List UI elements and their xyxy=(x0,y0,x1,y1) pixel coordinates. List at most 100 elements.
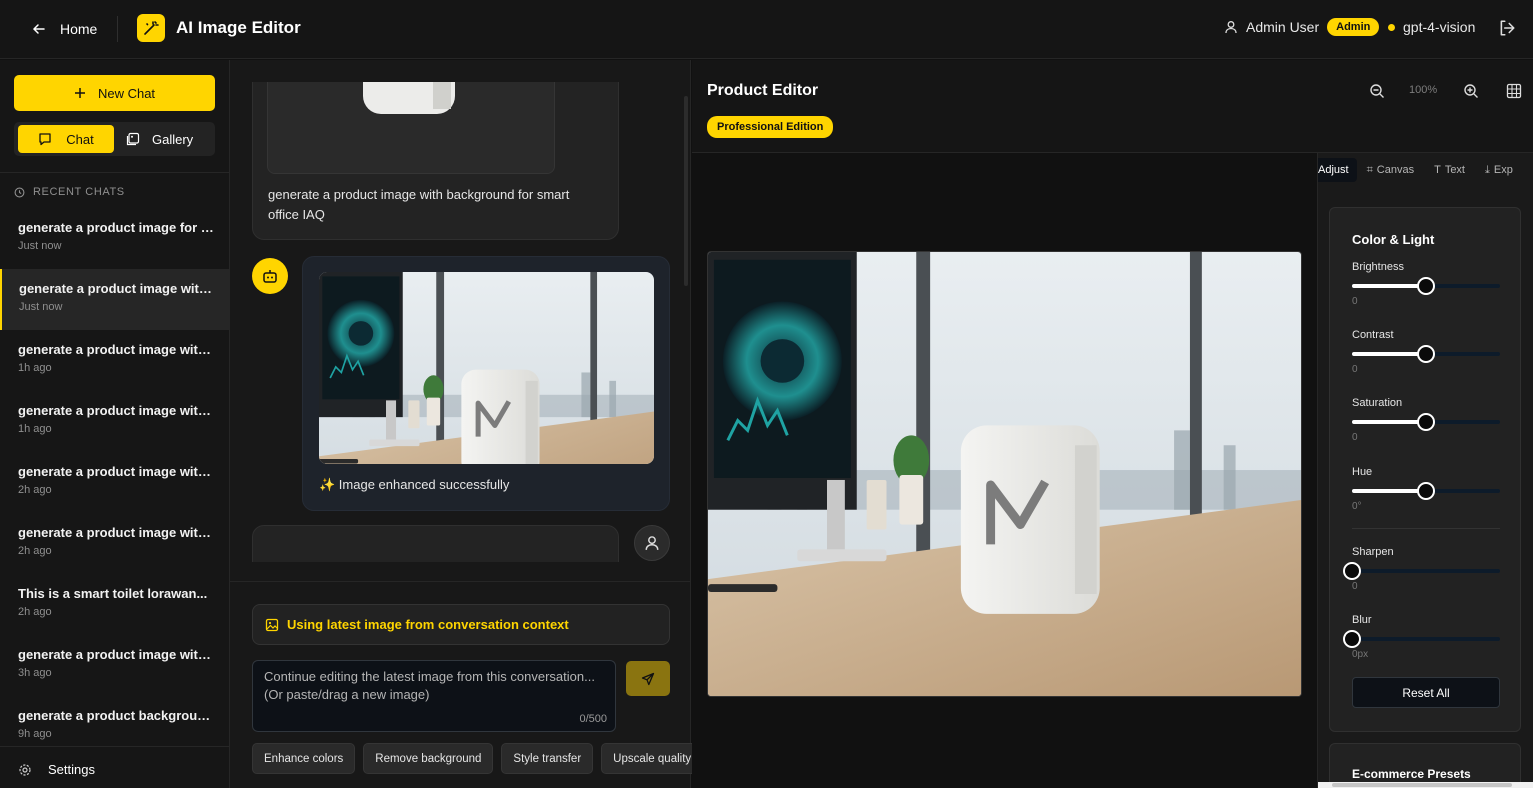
tab-canvas[interactable]: ⌗ Canvas xyxy=(1357,158,1425,182)
slider-thumb[interactable] xyxy=(1417,345,1435,363)
slider-value: 0px xyxy=(1352,649,1369,660)
chat-history-item[interactable]: This is a smart toilet lorawan... 2h ago xyxy=(0,574,229,635)
send-icon xyxy=(641,672,655,685)
edition-badge: Professional Edition xyxy=(707,116,834,138)
adjustments-panel: Adjust ⌗ Canvas T Text ⤓ Exp Color & Light … xyxy=(1317,153,1533,788)
panel-horizontal-scrollbar[interactable] xyxy=(1318,782,1533,788)
quick-action-remove-background[interactable]: Remove background xyxy=(363,743,494,774)
scrollbar-thumb[interactable] xyxy=(1332,783,1512,787)
grid-icon[interactable] xyxy=(1506,83,1522,99)
chat-title: generate a product background ... xyxy=(18,708,218,723)
tab-gallery[interactable]: Gallery xyxy=(126,125,212,153)
model-name: gpt-4-vision xyxy=(1403,19,1476,35)
chat-scrollbar[interactable] xyxy=(684,96,688,286)
zoom-out-icon[interactable] xyxy=(1369,83,1385,99)
color-light-card: Color & Light Brightness 0 Contrast 0 Sa… xyxy=(1329,207,1521,732)
magic-wand-icon xyxy=(137,14,165,42)
slider-value: 0 xyxy=(1352,581,1358,592)
slider-thumb[interactable] xyxy=(1417,413,1435,431)
editor-panel: Product Editor Professional Edition 100%… xyxy=(692,60,1533,788)
message-list[interactable]: generate a product image with background… xyxy=(230,82,691,562)
slider-value: 0 xyxy=(1352,432,1358,443)
sidebar-divider xyxy=(0,172,229,173)
editor-canvas-image[interactable] xyxy=(707,251,1302,697)
slider-thumb[interactable] xyxy=(1417,277,1435,295)
blur-slider: Blur 0px xyxy=(1343,614,1500,660)
image-icon xyxy=(265,618,279,631)
hue-slider: Hue 0° xyxy=(1352,466,1500,512)
home-label: Home xyxy=(60,21,98,37)
generated-image[interactable] xyxy=(319,272,654,464)
chat-history-item[interactable]: generate a product image with ... 3h ago xyxy=(0,635,229,696)
chat-title: generate a product image with ... xyxy=(18,525,218,540)
chat-history-item[interactable]: generate a product image with ... 2h ago xyxy=(0,452,229,513)
home-link[interactable]: Home xyxy=(22,14,107,44)
slider-value: 0 xyxy=(1352,364,1358,375)
settings-label: Settings xyxy=(48,762,95,777)
presets-title: E-commerce Presets xyxy=(1352,767,1471,781)
slider-thumb[interactable] xyxy=(1343,562,1361,580)
chat-history-item[interactable]: generate a product image with ... 2h ago xyxy=(0,513,229,574)
sharpen-slider: Sharpen 0 xyxy=(1343,546,1500,592)
slider-thumb[interactable] xyxy=(1343,630,1361,648)
tab-adjust[interactable]: Adjust xyxy=(1318,158,1357,182)
tab-text[interactable]: T Text xyxy=(1424,158,1475,182)
zoom-in-icon[interactable] xyxy=(1463,83,1479,99)
quick-action-style-transfer[interactable]: Style transfer xyxy=(501,743,594,774)
message-input[interactable] xyxy=(253,661,615,731)
recent-chats-header: RECENT CHATS xyxy=(14,186,125,198)
tab-export[interactable]: ⤓ Exp xyxy=(1475,158,1523,182)
chat-history-item[interactable]: generate a product background ... 9h ago xyxy=(0,696,229,757)
tab-chat[interactable]: Chat xyxy=(18,125,114,153)
uploaded-image-thumbnail[interactable] xyxy=(267,82,555,174)
send-button[interactable] xyxy=(626,661,670,696)
quick-actions: Enhance colors Remove background Style t… xyxy=(252,743,704,774)
editor-tabs: Adjust ⌗ Canvas T Text ⤓ Exp xyxy=(1318,158,1523,184)
chat-time: 9h ago xyxy=(18,728,52,740)
editor-title: Product Editor xyxy=(707,82,819,99)
user-message-text: generate a product image with background… xyxy=(268,187,570,222)
chat-history-item[interactable]: generate a product image for L... Just n… xyxy=(0,208,229,269)
quick-action-enhance-colors[interactable]: Enhance colors xyxy=(252,743,356,774)
tab-export-label: Exp xyxy=(1493,164,1513,176)
chat-history-item[interactable]: generate a product image with ... 1h ago xyxy=(0,391,229,452)
arrow-left-icon xyxy=(32,24,45,34)
slider-thumb[interactable] xyxy=(1417,482,1435,500)
slider-track[interactable] xyxy=(1352,482,1500,500)
slider-fill xyxy=(1352,352,1426,356)
bot-avatar-icon xyxy=(252,258,288,294)
slider-track[interactable] xyxy=(1343,562,1500,580)
slider-track[interactable] xyxy=(1352,277,1500,295)
model-indicator: gpt-4-vision xyxy=(1388,19,1475,35)
new-chat-button[interactable]: New Chat xyxy=(14,75,215,111)
gear-icon xyxy=(19,763,31,776)
zoom-level: 100% xyxy=(1409,84,1438,96)
sidebar: New Chat Chat Gallery RECENT CHATS gener… xyxy=(0,60,230,788)
message-input-box: 0/500 xyxy=(252,660,616,732)
settings-link[interactable]: Settings xyxy=(18,762,95,777)
assistant-message-text: ✨ Image enhanced successfully xyxy=(319,477,510,492)
chat-history-item-active[interactable]: generate a product image with ... Just n… xyxy=(0,269,229,330)
sidebar-footer-divider xyxy=(0,746,229,747)
slider-track[interactable] xyxy=(1343,630,1500,648)
chat-time: 3h ago xyxy=(18,667,52,679)
quick-action-upscale-quality[interactable]: Upscale quality xyxy=(601,743,704,774)
top-bar: Home AI Image Editor Admin User Admin gp… xyxy=(0,0,1533,59)
section-title: Color & Light xyxy=(1352,232,1435,247)
slider-label: Hue xyxy=(1352,466,1373,478)
slider-track[interactable] xyxy=(1352,345,1500,363)
slider-fill xyxy=(1352,284,1426,288)
chat-history-item[interactable]: generate a product image with ... 1h ago xyxy=(0,330,229,391)
section-divider xyxy=(1352,528,1500,529)
slider-track[interactable] xyxy=(1352,413,1500,431)
role-badge: Admin xyxy=(1327,18,1380,36)
reset-all-button[interactable]: Reset All xyxy=(1352,677,1500,708)
user-info: Admin User Admin xyxy=(1224,18,1380,36)
contrast-slider: Contrast 0 xyxy=(1352,329,1500,375)
chat-time: 2h ago xyxy=(18,606,52,618)
status-dot xyxy=(1388,23,1395,31)
slider-label: Saturation xyxy=(1352,397,1403,409)
chat-title: generate a product image with ... xyxy=(18,342,218,357)
slider-label: Contrast xyxy=(1352,329,1394,341)
logout-icon[interactable] xyxy=(1498,19,1516,37)
